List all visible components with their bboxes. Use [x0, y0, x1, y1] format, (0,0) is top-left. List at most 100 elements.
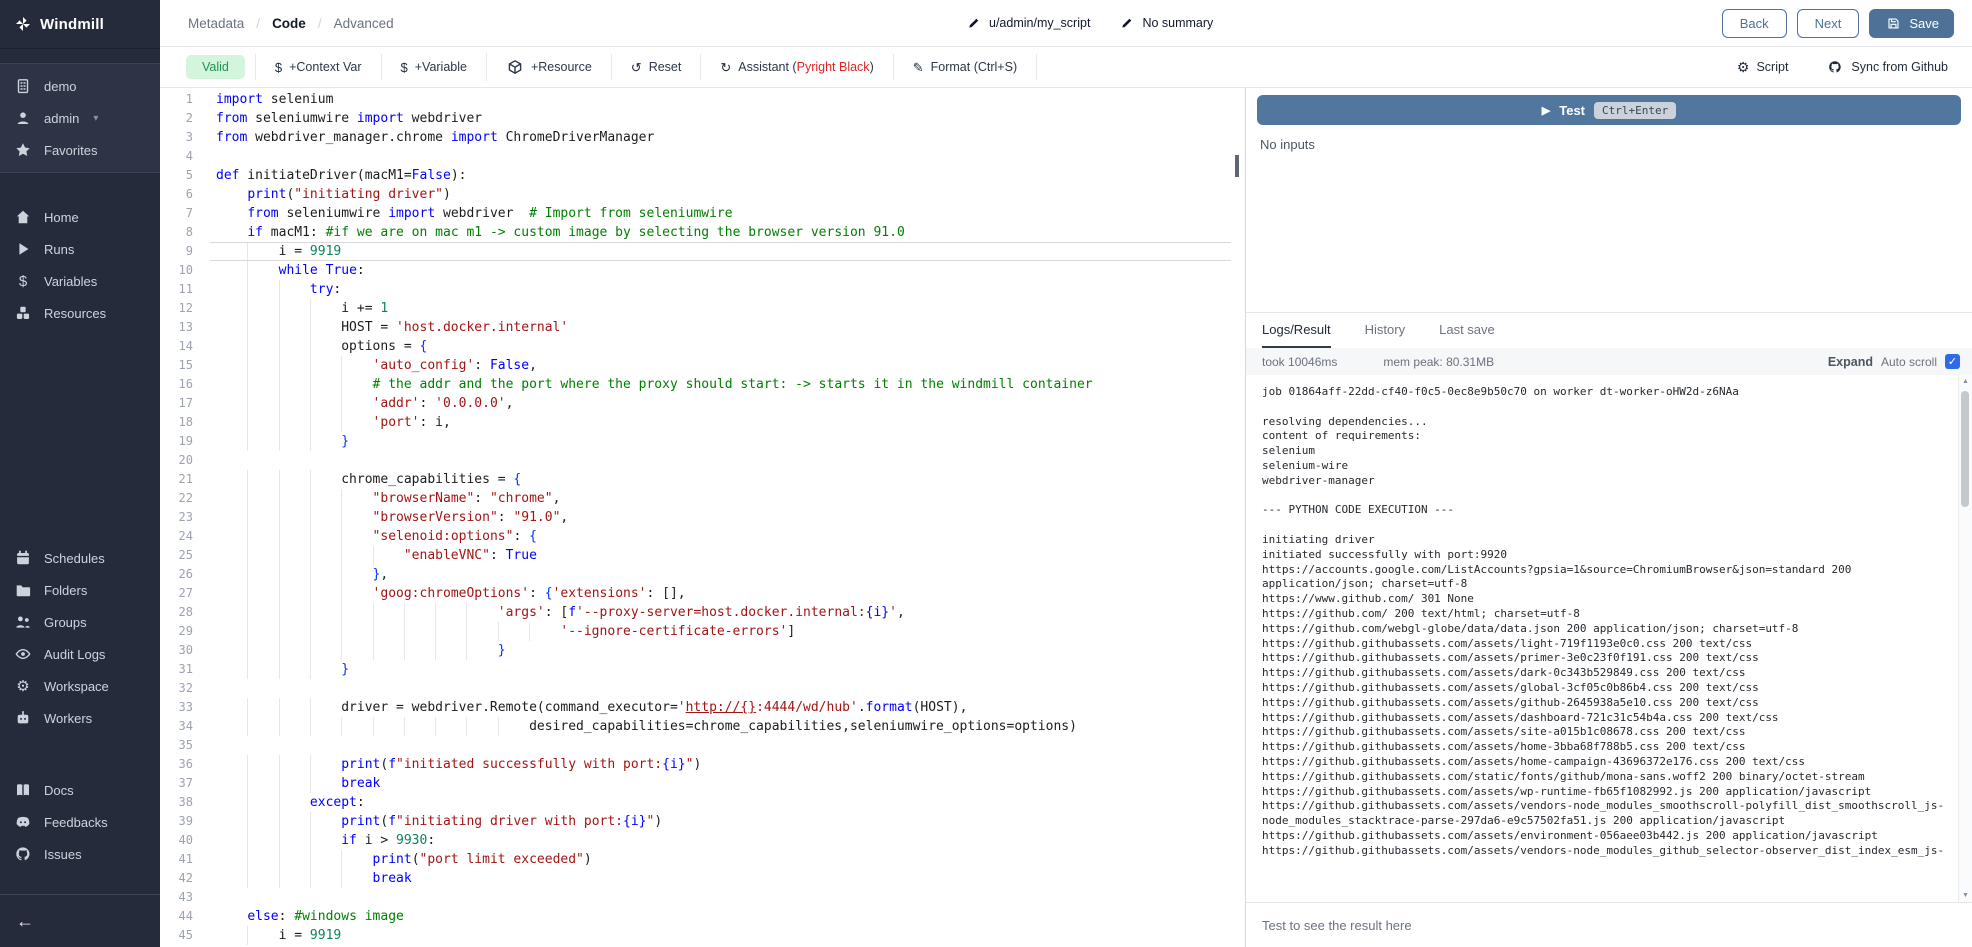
code-line-content[interactable]: 'port': i, [210, 413, 1245, 432]
reset-button[interactable]: ↺ Reset [611, 54, 701, 80]
add-resource-button[interactable]: +Resource [486, 53, 611, 81]
code-line-content[interactable]: from webdriver_manager.chrome import Chr… [210, 128, 1245, 147]
sidebar-item-feedbacks[interactable]: Feedbacks [0, 806, 160, 838]
app-logo[interactable]: Windmill [0, 0, 160, 49]
code-line-content[interactable]: 'auto_config': False, [210, 356, 1245, 375]
sidebar-item-variables[interactable]: $Variables [0, 265, 160, 297]
code-line-content[interactable]: except: [210, 793, 1245, 812]
code-line-content[interactable]: } [210, 641, 1245, 660]
code-line-content[interactable]: from seleniumwire import webdriver # Imp… [210, 204, 1245, 223]
code-line-content[interactable] [210, 888, 1245, 907]
scroll-up-arrow-icon[interactable]: ▲ [1959, 378, 1972, 385]
script-path-edit[interactable]: u/admin/my_script [965, 16, 1090, 30]
code-line-content[interactable]: import selenium [210, 90, 1245, 109]
robot-icon [14, 710, 32, 726]
scrollbar-thumb[interactable] [1961, 391, 1969, 507]
sidebar-item-demo[interactable]: demo [0, 70, 160, 102]
sidebar-item-runs[interactable]: Runs [0, 233, 160, 265]
code-line-content[interactable]: if i > 9930: [210, 831, 1245, 850]
format-button[interactable]: ✎ Format (Ctrl+S) [893, 54, 1037, 80]
sidebar-item-resources[interactable]: Resources [0, 297, 160, 329]
assistant-button[interactable]: ↻ Assistant (Pyright Black) [700, 54, 892, 80]
autoscroll-checkbox[interactable]: ✓ [1945, 354, 1960, 369]
editor-scrollbar[interactable] [1231, 88, 1245, 947]
current-code-line[interactable]: i = 9919 [210, 242, 1245, 261]
sidebar-item-workspace[interactable]: ⚙Workspace [0, 670, 160, 702]
code-line-content[interactable]: break [210, 869, 1245, 888]
tab-advanced[interactable]: Advanced [332, 12, 396, 35]
panel-tab-history[interactable]: History [1365, 313, 1405, 348]
code-line-content[interactable]: '--ignore-certificate-errors'] [210, 622, 1245, 641]
save-button[interactable]: Save [1869, 9, 1954, 38]
code-line-content[interactable]: try: [210, 280, 1245, 299]
line-number: 22 [160, 489, 210, 508]
building-icon [14, 78, 32, 94]
code-line-content[interactable]: print("initiating driver") [210, 185, 1245, 204]
code-editor[interactable]: 1import selenium2from seleniumwire impor… [160, 88, 1245, 947]
code-line-content[interactable]: 'addr': '0.0.0.0', [210, 394, 1245, 413]
code-line-content[interactable]: 'goog:chromeOptions': {'extensions': [], [210, 584, 1245, 603]
code-line-content[interactable]: } [210, 660, 1245, 679]
test-button[interactable]: ▶ Test Ctrl+Enter [1257, 95, 1961, 125]
code-line-content[interactable]: chrome_capabilities = { [210, 470, 1245, 489]
code-line-content[interactable]: # the addr and the port where the proxy … [210, 375, 1245, 394]
sidebar-item-schedules[interactable]: Schedules [0, 542, 160, 574]
code-line-content[interactable]: "selenoid:options": { [210, 527, 1245, 546]
code-line-content[interactable]: }, [210, 565, 1245, 584]
code-line-content[interactable]: print(f"initiated successfully with port… [210, 755, 1245, 774]
code-line-content[interactable]: break [210, 774, 1245, 793]
code-line-content[interactable]: options = { [210, 337, 1245, 356]
sidebar-item-workers[interactable]: Workers [0, 702, 160, 734]
expand-button[interactable]: Expand [1828, 355, 1873, 369]
code-line-content[interactable] [210, 679, 1245, 698]
collapse-sidebar-button[interactable]: ← [16, 911, 34, 932]
sidebar-item-audit-logs[interactable]: Audit Logs [0, 638, 160, 670]
code-line-content[interactable]: desired_capabilities=chrome_capabilities… [210, 717, 1245, 736]
code-line-content[interactable]: print(f"initiating driver with port:{i}"… [210, 812, 1245, 831]
code-line-content[interactable]: def initiateDriver(macM1=False): [210, 166, 1245, 185]
script-summary-edit[interactable]: No summary [1118, 16, 1213, 30]
scroll-down-arrow-icon[interactable]: ▼ [1959, 892, 1972, 899]
sync-from-github-button[interactable]: Sync from Github [1826, 60, 1948, 74]
code-line-content[interactable]: 'args': [f'--proxy-server=host.docker.in… [210, 603, 1245, 622]
code-line-content[interactable]: "browserVersion": "91.0", [210, 508, 1245, 527]
code-line-content[interactable]: "enableVNC": True [210, 546, 1245, 565]
tab-code[interactable]: Code [270, 12, 308, 35]
code-line-content[interactable]: driver = webdriver.Remote(command_execut… [210, 698, 1245, 717]
code-line-content[interactable]: print("port limit exceeded") [210, 850, 1245, 869]
top-header: Metadata/Code/Advanced u/admin/my_script… [160, 0, 1972, 47]
sidebar-item-label: Home [44, 210, 79, 225]
code-line-content[interactable]: } [210, 432, 1245, 451]
logs-scrollbar[interactable]: ▲ ▼ [1958, 375, 1972, 902]
code-line-content[interactable]: else: #windows image [210, 907, 1245, 926]
code-line-content[interactable]: if macM1: #if we are on mac m1 -> custom… [210, 223, 1245, 242]
line-number: 32 [160, 679, 210, 698]
code-line: 6 print("initiating driver") [160, 185, 1245, 204]
code-line-content[interactable] [210, 736, 1245, 755]
sidebar-item-home[interactable]: Home [0, 201, 160, 233]
code-line-content[interactable]: while True: [210, 261, 1245, 280]
line-number: 4 [160, 147, 210, 166]
code-line-content[interactable]: i = 9919 [210, 926, 1245, 945]
add-context-var-button[interactable]: $ +Context Var [255, 54, 381, 80]
tab-metadata[interactable]: Metadata [186, 12, 246, 35]
code-line-content[interactable] [210, 147, 1245, 166]
code-line-content[interactable]: HOST = 'host.docker.internal' [210, 318, 1245, 337]
panel-tab-logs-result[interactable]: Logs/Result [1262, 313, 1331, 348]
sidebar-item-groups[interactable]: Groups [0, 606, 160, 638]
header-actions: Back Next Save [1722, 9, 1954, 38]
back-button[interactable]: Back [1722, 9, 1787, 38]
code-line-content[interactable]: "browserName": "chrome", [210, 489, 1245, 508]
script-kind-button[interactable]: ⚙ Script [1737, 59, 1789, 76]
panel-tab-last-save[interactable]: Last save [1439, 313, 1495, 348]
sidebar-item-folders[interactable]: Folders [0, 574, 160, 606]
sidebar-item-issues[interactable]: Issues [0, 838, 160, 870]
add-variable-button[interactable]: $ +Variable [381, 54, 486, 80]
sidebar-item-docs[interactable]: Docs [0, 774, 160, 806]
sidebar-item-admin[interactable]: admin▾ [0, 102, 160, 134]
sidebar-item-favorites[interactable]: Favorites [0, 134, 160, 166]
code-line-content[interactable]: i += 1 [210, 299, 1245, 318]
code-line-content[interactable]: from seleniumwire import webdriver [210, 109, 1245, 128]
code-line-content[interactable] [210, 451, 1245, 470]
next-button[interactable]: Next [1797, 9, 1860, 38]
